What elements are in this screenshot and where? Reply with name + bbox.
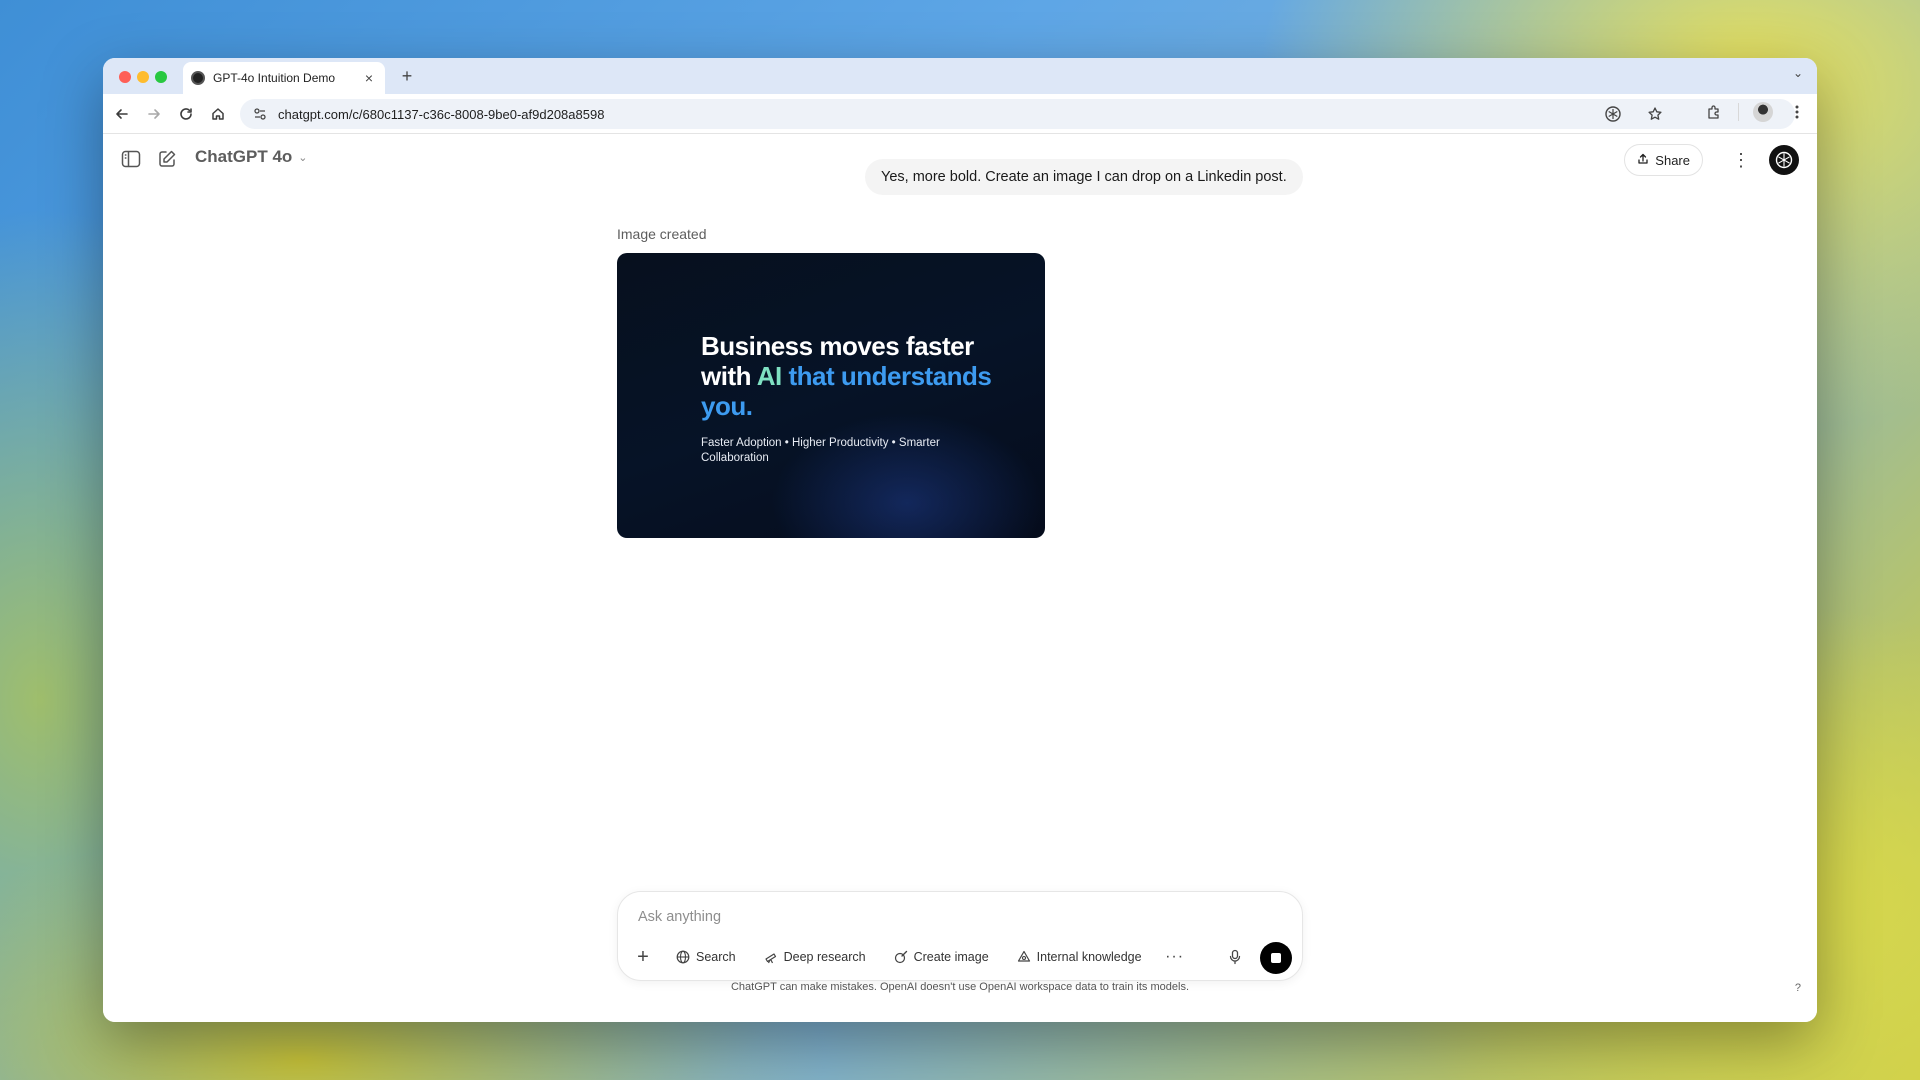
home-icon[interactable] xyxy=(206,102,230,126)
disclaimer-text: ChatGPT can make mistakes. OpenAI doesn'… xyxy=(730,981,1189,993)
image-created-label: Image created xyxy=(617,226,707,242)
deep-research-label: Deep research xyxy=(783,950,866,964)
generated-image[interactable]: Business moves faster with AI that under… xyxy=(617,253,1045,538)
bookmark-star-icon[interactable] xyxy=(1645,104,1665,124)
telescope-icon xyxy=(764,950,778,964)
internal-knowledge-tool-button[interactable]: Internal knowledge xyxy=(1007,942,1152,972)
search-tool-label: Search xyxy=(696,950,736,964)
chevron-down-icon: ⌄ xyxy=(298,151,308,164)
microphone-icon[interactable] xyxy=(1220,942,1250,972)
share-label: Share xyxy=(1655,152,1690,168)
chatgpt-extension-icon[interactable] xyxy=(1603,104,1623,124)
browser-tab[interactable]: GPT-4o Intuition Demo × xyxy=(183,62,385,94)
prompt-input[interactable] xyxy=(638,906,1278,928)
tab-title: GPT-4o Intuition Demo xyxy=(213,71,336,85)
conversation-options-icon[interactable]: ⋮ xyxy=(1731,148,1751,172)
new-tab-button[interactable]: + xyxy=(397,66,417,87)
create-image-label: Create image xyxy=(913,950,989,964)
back-arrow-icon[interactable] xyxy=(110,102,134,126)
model-name: ChatGPT 4o xyxy=(195,147,293,166)
toolbar-right xyxy=(1704,102,1807,122)
toolbar-separator xyxy=(1738,103,1739,121)
internal-knowledge-label: Internal knowledge xyxy=(1036,950,1142,964)
image-brush-icon xyxy=(894,950,908,964)
minimize-window-button[interactable] xyxy=(137,71,149,83)
attach-plus-button[interactable]: + xyxy=(628,942,658,972)
image-headline: Business moves faster with AI that under… xyxy=(701,331,1001,421)
extensions-puzzle-icon[interactable] xyxy=(1704,102,1724,122)
composer-tools: + Search Deep research Create image Inte… xyxy=(628,942,1190,972)
browser-toolbar: chatgpt.com/c/680c1137-c36c-8008-9be0-af… xyxy=(103,94,1817,134)
omnibox-actions xyxy=(1603,99,1665,129)
browser-window: GPT-4o Intuition Demo × + ⌄ chatgpt.com/… xyxy=(103,58,1817,1022)
tab-search-button[interactable]: ⌄ xyxy=(1793,66,1803,80)
profile-avatar-icon[interactable] xyxy=(1753,102,1773,122)
url-text: chatgpt.com/c/680c1137-c36c-8008-9be0-af… xyxy=(278,106,605,122)
share-button[interactable]: Share xyxy=(1624,144,1703,176)
model-selector[interactable]: ChatGPT 4o ⌄ xyxy=(195,147,308,167)
forward-arrow-icon[interactable] xyxy=(142,102,166,126)
create-image-tool-button[interactable]: Create image xyxy=(884,942,999,972)
zoom-window-button[interactable] xyxy=(155,71,167,83)
stop-square-icon xyxy=(1271,953,1281,963)
user-avatar[interactable] xyxy=(1769,145,1799,175)
search-tool-button[interactable]: Search xyxy=(666,942,746,972)
tab-strip: GPT-4o Intuition Demo × + ⌄ xyxy=(103,58,1817,94)
globe-icon xyxy=(676,950,690,964)
site-settings-icon[interactable] xyxy=(252,106,268,122)
headline-ai: AI xyxy=(756,361,783,391)
image-subtitle: Faster Adoption • Higher Productivity • … xyxy=(701,437,940,464)
chatgpt-favicon-icon xyxy=(191,71,205,85)
sidebar-toggle-icon[interactable] xyxy=(119,147,143,171)
composer: + Search Deep research xyxy=(617,891,1303,981)
help-question-icon[interactable]: ? xyxy=(1795,982,1801,994)
chat-app: ChatGPT 4o ⌄ Share ⋮ Yes, more bold. Cre… xyxy=(103,135,1817,1022)
stop-generating-button[interactable] xyxy=(1260,942,1292,974)
user-message: Yes, more bold. Create an image I can dr… xyxy=(865,159,1303,195)
new-chat-edit-icon[interactable] xyxy=(155,147,179,171)
browser-menu-icon[interactable] xyxy=(1787,102,1807,122)
tab-close-icon[interactable]: × xyxy=(361,70,377,86)
close-window-button[interactable] xyxy=(119,71,131,83)
address-bar[interactable]: chatgpt.com/c/680c1137-c36c-8008-9be0-af… xyxy=(240,99,1795,129)
share-upload-icon xyxy=(1637,153,1649,168)
knowledge-icon xyxy=(1017,950,1031,964)
more-tools-icon[interactable]: ··· xyxy=(1160,942,1190,972)
reload-icon[interactable] xyxy=(174,102,198,126)
deep-research-tool-button[interactable]: Deep research xyxy=(754,942,876,972)
